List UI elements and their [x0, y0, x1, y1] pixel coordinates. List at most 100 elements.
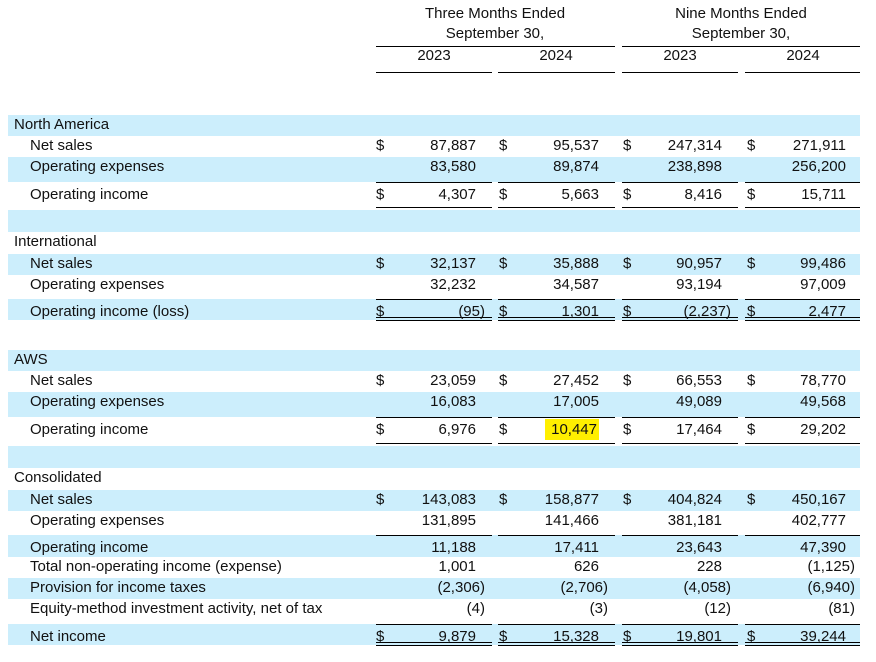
- row-label: Net sales: [30, 255, 93, 272]
- value: 32,137: [430, 255, 476, 272]
- value: 17,005: [553, 393, 599, 410]
- value: 1,301: [561, 303, 599, 320]
- value: 15,711: [801, 186, 846, 203]
- value-cell: (4,058): [621, 578, 731, 598]
- value: (12): [704, 600, 731, 617]
- header-line1: Nine Months Ended: [675, 5, 807, 22]
- value: (95): [458, 303, 485, 320]
- subtotal-rule: [745, 299, 860, 300]
- row-label: Provision for income taxes: [30, 579, 206, 596]
- subtotal-rule: [622, 182, 738, 183]
- value-cell: 93,194: [612, 275, 722, 295]
- value-cell: (81): [745, 599, 855, 619]
- value: 78,770: [800, 372, 846, 389]
- value: 66,553: [676, 372, 722, 389]
- value-cell: 9,879: [366, 627, 476, 647]
- value-cell: 95,537: [489, 136, 599, 156]
- value-cell: (12): [621, 599, 731, 619]
- value: (2,706): [560, 579, 608, 596]
- section-label: Consolidated: [14, 469, 102, 486]
- year-rule: [498, 72, 615, 73]
- value-cell: 271,911: [736, 136, 846, 156]
- value: 9,879: [438, 628, 476, 645]
- value-cell: (6,940): [745, 578, 855, 598]
- value: 17,411: [554, 539, 599, 556]
- value: 87,887: [430, 137, 476, 154]
- subtotal-rule: [745, 535, 860, 536]
- value-cell: 89,874: [489, 157, 599, 177]
- value: 47,390: [800, 539, 846, 556]
- value-cell: 1,301: [489, 302, 599, 322]
- subtotal-rule: [622, 624, 738, 625]
- value: (4): [466, 600, 485, 617]
- value: 402,777: [791, 512, 846, 529]
- value-cell: 49,568: [736, 392, 846, 412]
- value-cell: 256,200: [736, 157, 846, 177]
- header-line2: September 30,: [691, 25, 791, 42]
- value: (3): [589, 600, 608, 617]
- value-cell: 78,770: [736, 371, 846, 391]
- value: 247,314: [667, 137, 722, 154]
- value-cell: 238,898: [612, 157, 722, 177]
- value-cell: 8,416: [612, 185, 722, 205]
- value: (2,306): [437, 579, 485, 596]
- value: 626: [573, 558, 599, 575]
- row-label: Operating expenses: [30, 276, 165, 293]
- value-cell: 4,307: [366, 185, 476, 205]
- value-cell: 34,587: [489, 275, 599, 295]
- value: 27,452: [553, 372, 599, 389]
- value-cell: (2,706): [498, 578, 608, 598]
- year-header: 2023: [417, 47, 451, 64]
- row-label: Operating expenses: [30, 512, 165, 529]
- row-label: Net sales: [30, 372, 93, 389]
- row-label: Total non-operating income (expense): [30, 558, 282, 575]
- value: 23,059: [430, 372, 476, 389]
- value: 131,895: [421, 512, 476, 529]
- subtotal-rule: [498, 417, 615, 418]
- row-label: Equity-method investment activity, net o…: [30, 600, 323, 617]
- value-cell: (4): [375, 599, 485, 619]
- value: 16,083: [430, 393, 476, 410]
- subtotal-rule: [376, 182, 492, 183]
- year-rule: [376, 72, 492, 73]
- value-cell: 404,824: [612, 490, 722, 510]
- value-cell: 32,137: [366, 254, 476, 274]
- subtotal-rule: [745, 417, 860, 418]
- value: 15,328: [553, 628, 599, 645]
- value: 34,587: [553, 276, 599, 293]
- value: 19,801: [676, 628, 722, 645]
- subtotal-rule: [622, 299, 738, 300]
- value-cell: 87,887: [366, 136, 476, 156]
- value: 35,888: [553, 255, 599, 272]
- subtotal-rule: [498, 299, 615, 300]
- header-line2: September 30,: [445, 25, 545, 42]
- row-label: Operating income (loss): [30, 303, 190, 320]
- value-cell: 47,390: [736, 538, 846, 558]
- value-cell: 6,976: [366, 420, 476, 440]
- value-cell: 131,895: [366, 511, 476, 531]
- value: 450,167: [791, 491, 846, 508]
- value-cell: 35,888: [489, 254, 599, 274]
- row-label: Operating income: [30, 539, 149, 556]
- subtotal-rule: [376, 417, 492, 418]
- value-cell: 97,009: [736, 275, 846, 295]
- subtotal-rule: [376, 535, 492, 536]
- value-cell: 17,411: [489, 538, 599, 558]
- subtotal-rule: [498, 624, 615, 625]
- value-cell: (95): [375, 302, 485, 322]
- value-cell: (2,306): [375, 578, 485, 598]
- subtotal-rule: [376, 624, 492, 625]
- highlighted-value: 10,447: [545, 419, 599, 440]
- value-cell: 247,314: [612, 136, 722, 156]
- value-cell: 49,089: [612, 392, 722, 412]
- row-label: Operating income: [30, 421, 149, 438]
- year-rule: [622, 72, 738, 73]
- value-cell: 1,001: [366, 557, 476, 577]
- value-cell: 626: [489, 557, 599, 577]
- value-cell: 29,202: [736, 420, 846, 440]
- year-rule: [745, 72, 860, 73]
- value: 6,976: [438, 421, 476, 438]
- section-label: AWS: [14, 351, 48, 368]
- value: 39,244: [800, 628, 846, 645]
- row-label: Net sales: [30, 491, 93, 508]
